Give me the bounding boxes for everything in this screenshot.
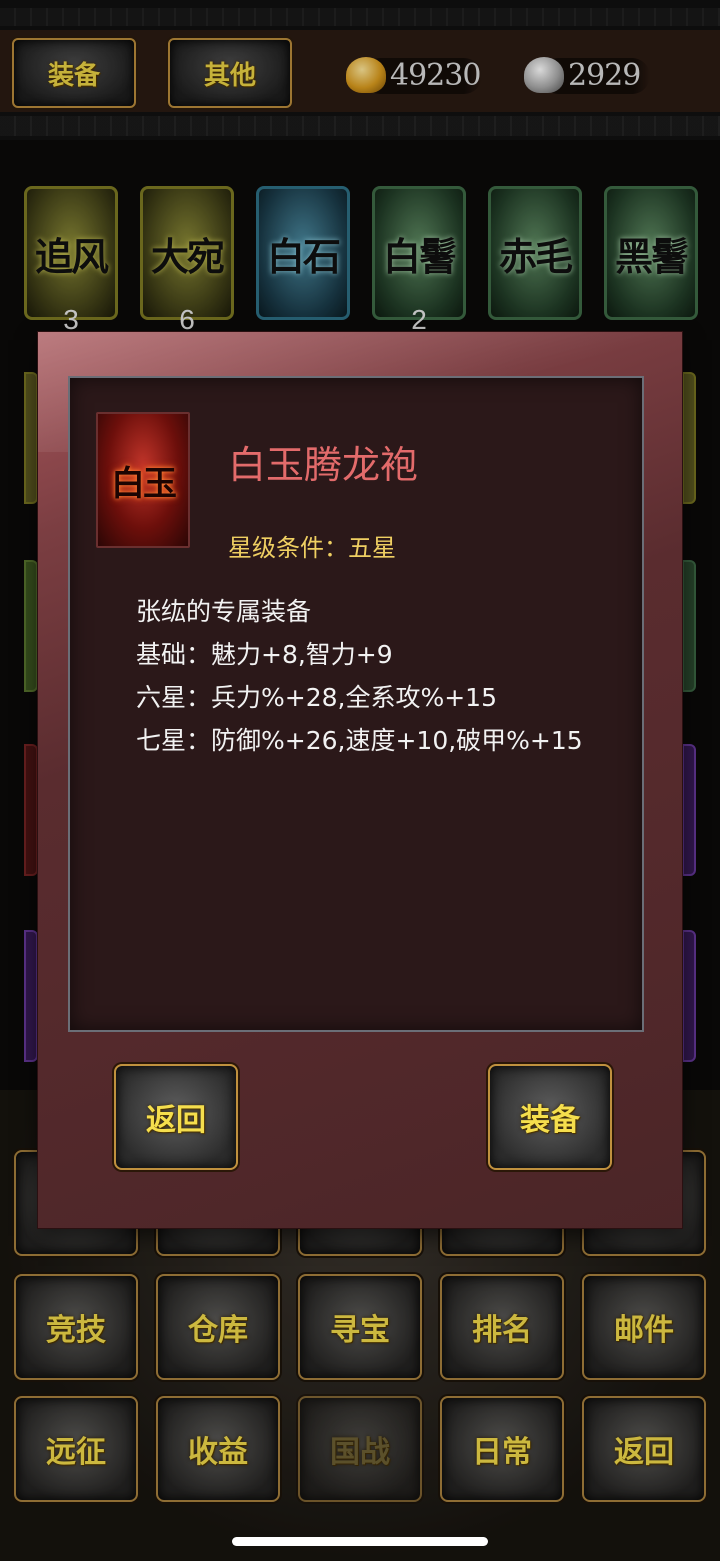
item-detail-dialog: 白玉 白玉腾龙袍 星级条件：五星 张纮的专属装备 基础：魅力+8,智力+9 六星… [38, 332, 682, 1228]
description-line: 张纮的专属装备 [136, 597, 312, 626]
item-description: 张纮的专属装备 基础：魅力+8,智力+9 六星：兵力%+28,全系攻%+15 七… [136, 590, 583, 762]
star-requirement: 星级条件：五星 [228, 534, 396, 562]
equip-button[interactable]: 装备 [488, 1064, 612, 1170]
robe-item-icon: 白玉 [96, 412, 190, 548]
home-indicator[interactable] [232, 1537, 488, 1546]
back-button[interactable]: 返回 [114, 1064, 238, 1170]
item-name: 白玉腾龙袍 [228, 443, 419, 487]
item-icon-label: 白玉 [111, 463, 177, 504]
description-line: 基础：魅力+8,智力+9 [136, 640, 393, 669]
item-info-panel: 白玉 白玉腾龙袍 星级条件：五星 张纮的专属装备 基础：魅力+8,智力+9 六星… [68, 376, 644, 1032]
description-line: 七星：防御%+26,速度+10,破甲%+15 [136, 726, 583, 755]
description-line: 六星：兵力%+28,全系攻%+15 [136, 683, 497, 712]
